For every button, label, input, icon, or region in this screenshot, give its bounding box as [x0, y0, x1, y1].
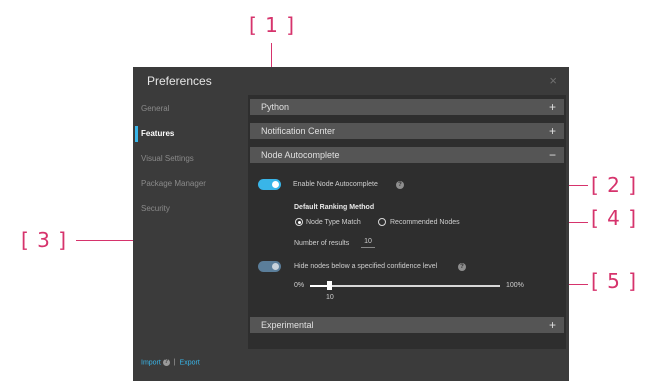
dialog-titlebar: Preferences × [133, 67, 569, 95]
features-panel: Python + Notification Center + Node Auto… [248, 95, 566, 349]
callout-1: [ 1 ] [249, 13, 296, 37]
section-notification-center[interactable]: Notification Center + [250, 123, 564, 139]
footer-separator: | [173, 359, 176, 367]
callout-2: [ 2 ] [591, 173, 638, 197]
section-experimental[interactable]: Experimental + [250, 317, 564, 333]
dialog-title: Preferences [147, 74, 212, 88]
export-link[interactable]: Export [180, 359, 200, 366]
section-node-autocomplete-label: Node Autocomplete [261, 150, 340, 160]
callout-5: [ 5 ] [591, 269, 638, 293]
callout-4: [ 4 ] [591, 206, 638, 230]
expand-icon[interactable]: + [549, 99, 556, 115]
toggle-knob [272, 263, 279, 270]
hide-low-confidence-toggle[interactable] [258, 261, 281, 272]
number-of-results-input[interactable]: 10 [361, 238, 375, 248]
sidebar-item-label: Security [141, 204, 170, 213]
radio-node-type-match[interactable] [295, 218, 303, 226]
radio-recommended-nodes[interactable] [378, 218, 386, 226]
toggle-knob [272, 181, 279, 188]
expand-icon[interactable]: + [549, 123, 556, 139]
sidebar-item-package-manager[interactable]: Package Manager [133, 175, 241, 193]
confidence-slider-track[interactable] [310, 285, 500, 287]
collapse-icon[interactable]: − [549, 147, 556, 163]
import-link[interactable]: Import [141, 359, 161, 366]
close-icon[interactable]: × [549, 73, 557, 88]
sidebar-item-label: Features [141, 129, 175, 138]
help-icon[interactable]: ? [458, 263, 466, 271]
sidebar-item-features[interactable]: Features [133, 125, 241, 143]
radio-node-type-match-label: Node Type Match [306, 219, 361, 226]
sidebar-item-general[interactable]: General [133, 100, 241, 118]
sidebar-item-label: Package Manager [141, 179, 206, 188]
section-notification-center-label: Notification Center [261, 126, 336, 136]
callout-3: [ 3 ] [21, 228, 68, 252]
section-node-autocomplete[interactable]: Node Autocomplete − [250, 147, 564, 163]
enable-autocomplete-toggle[interactable] [258, 179, 281, 190]
preferences-sidebar: General Features Visual Settings Package… [133, 95, 241, 381]
import-export-footer: Import ? | Export [141, 359, 200, 366]
section-python-label: Python [261, 102, 290, 112]
number-of-results-label: Number of results [294, 240, 350, 247]
help-icon[interactable]: ? [396, 181, 404, 189]
preferences-dialog: Preferences × General Features Visual Se… [133, 67, 569, 381]
slider-max-label: 100% [506, 282, 524, 289]
ranking-method-title: Default Ranking Method [294, 204, 375, 211]
slider-min-label: 0% [294, 282, 305, 289]
sidebar-item-label: Visual Settings [141, 154, 194, 163]
section-python[interactable]: Python + [250, 99, 564, 115]
help-icon[interactable]: ? [162, 359, 170, 366]
section-experimental-label: Experimental [261, 320, 314, 330]
sidebar-item-label: General [141, 104, 170, 113]
confidence-slider-thumb[interactable] [327, 281, 332, 290]
hide-low-confidence-label: Hide nodes below a specified confidence … [294, 263, 438, 270]
expand-icon[interactable]: + [549, 317, 556, 333]
slider-value-label: 10 [326, 294, 334, 301]
sidebar-item-security[interactable]: Security [133, 200, 241, 218]
sidebar-item-visual-settings[interactable]: Visual Settings [133, 150, 241, 168]
radio-recommended-nodes-label: Recommended Nodes [390, 219, 460, 226]
enable-autocomplete-label: Enable Node Autocomplete [293, 181, 378, 188]
